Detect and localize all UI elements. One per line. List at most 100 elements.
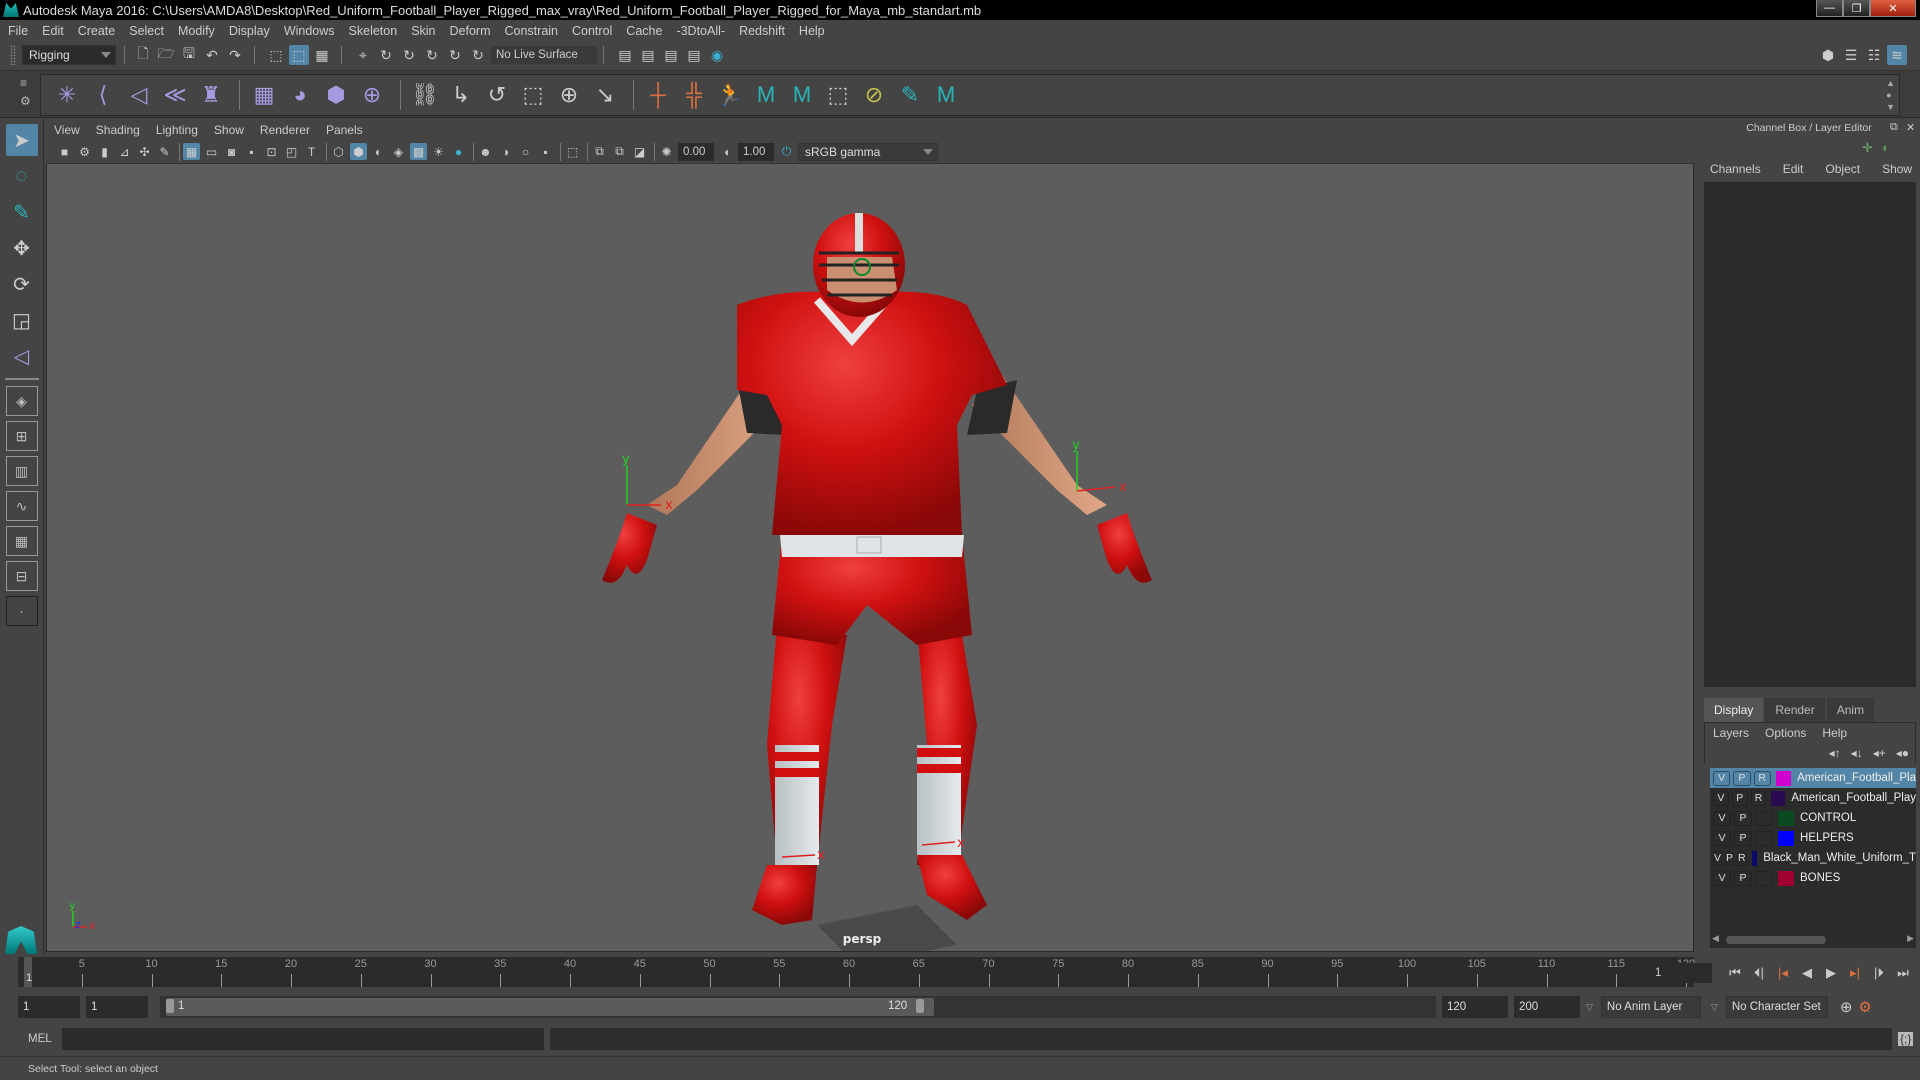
layer-color-swatch[interactable] <box>1751 850 1758 866</box>
go-to-end-icon[interactable]: ⏭ <box>1892 962 1914 984</box>
snap-curve-icon[interactable]: ↻ <box>376 45 396 65</box>
shelf-scroll-down-icon[interactable]: ▼ <box>1886 101 1895 113</box>
layout-single-icon[interactable]: ◈ <box>5 386 38 416</box>
xray-joints-icon[interactable]: ⧉ <box>591 143 608 160</box>
menuset-dropdown[interactable]: Rigging <box>22 45 116 65</box>
cb-menu-show[interactable]: Show <box>1882 162 1912 180</box>
step-back-icon[interactable]: ⏴| <box>1748 962 1770 984</box>
reference-toggle[interactable]: R <box>1753 770 1771 786</box>
playback-toggle[interactable]: P <box>1734 810 1752 826</box>
step-back-key-icon[interactable]: |◂ <box>1772 962 1794 984</box>
hypershade-icon[interactable]: ◉ <box>707 45 727 65</box>
2d-pan-zoom-icon[interactable]: ✣ <box>136 143 153 160</box>
layout-outliner-icon[interactable]: ▥ <box>5 456 38 486</box>
shadows-icon[interactable]: ● <box>450 143 467 160</box>
snap-view-icon[interactable]: ↻ <box>422 45 442 65</box>
tab-display[interactable]: Display <box>1704 698 1764 722</box>
last-tool-icon[interactable]: ◁ <box>6 340 38 372</box>
lattice-icon[interactable]: ⬢ <box>320 79 352 111</box>
play-forwards-icon[interactable]: ▶ <box>1820 962 1842 984</box>
panel-menu-lighting[interactable]: Lighting <box>156 123 198 137</box>
tab-render[interactable]: Render <box>1765 698 1825 722</box>
menu-cache[interactable]: Cache <box>626 24 662 38</box>
select-component-icon[interactable]: ▦ <box>312 45 332 65</box>
paint-select-icon[interactable]: ✎ <box>894 79 926 111</box>
layout-persp-graph-icon[interactable]: ⊟ <box>5 561 38 591</box>
layer-color-swatch[interactable] <box>1771 790 1786 806</box>
render-view-icon[interactable]: ▤ <box>638 45 658 65</box>
layers-off-icon[interactable]: ⊘ <box>858 79 890 111</box>
attribute-editor-icon[interactable]: ☰ <box>1841 45 1861 65</box>
reference-toggle[interactable] <box>1755 810 1773 826</box>
cb-menu-channels[interactable]: Channels <box>1710 162 1761 180</box>
chevron-down-icon[interactable]: ▽ <box>1711 1002 1718 1013</box>
current-frame-field[interactable]: 1 <box>1650 963 1712 983</box>
3d-scene-canvas[interactable]: y x y x x x y x z persp <box>47 165 1693 966</box>
scale-constraint-icon[interactable]: ⬚ <box>517 79 549 111</box>
play-backwards-icon[interactable]: ◀ <box>1796 962 1818 984</box>
humanik-icon[interactable]: ♜ <box>195 79 227 111</box>
visibility-toggle[interactable]: V <box>1713 830 1731 846</box>
maya-logo-icon-2[interactable]: M <box>786 79 818 111</box>
undo-icon[interactable]: ↶ <box>202 45 222 65</box>
layer-color-swatch[interactable] <box>1778 830 1794 846</box>
textured-icon[interactable]: ▩ <box>410 143 427 160</box>
snap-point-icon[interactable]: ↻ <box>399 45 419 65</box>
empty-slot-icon[interactable]: ⬚ <box>822 79 854 111</box>
layout-more-icon[interactable]: · <box>5 596 38 626</box>
parent-constraint-icon[interactable]: ⛓ <box>409 79 441 111</box>
insert-joint-icon[interactable]: ≪ <box>159 79 191 111</box>
panel-menu-renderer[interactable]: Renderer <box>260 123 310 137</box>
menu-help[interactable]: Help <box>799 24 825 38</box>
scroll-right-icon[interactable]: ▶ <box>1907 933 1914 944</box>
auto-key-icon[interactable]: ⊕ <box>1840 998 1853 1016</box>
ik-handle-icon[interactable]: ⟨ <box>87 79 119 111</box>
wireframe-icon[interactable]: ⬡ <box>330 143 347 160</box>
new-layer-from-selected-icon[interactable]: ◂● <box>1896 746 1909 760</box>
playback-start-field[interactable]: 1 <box>86 996 148 1018</box>
menu-file[interactable]: File <box>8 24 28 38</box>
football-player-model[interactable]: y x y x x x y x z persp <box>47 165 1693 966</box>
new-layer-icon[interactable]: ◂+ <box>1873 746 1886 760</box>
snap-surface-icon[interactable]: ↻ <box>445 45 465 65</box>
exposure-icon[interactable]: ✺ <box>658 143 675 160</box>
menu-modify[interactable]: Modify <box>178 24 215 38</box>
field-chart-icon[interactable]: ⊡ <box>263 143 280 160</box>
orient-constraint-icon[interactable]: ↺ <box>481 79 513 111</box>
anti-aliasing-icon[interactable]: ○ <box>517 143 534 160</box>
menu-edit[interactable]: Edit <box>42 24 64 38</box>
camera-attributes-icon[interactable]: ⚙ <box>76 143 93 160</box>
le-menu-options[interactable]: Options <box>1765 726 1806 740</box>
gamma-icon[interactable]: ◖ <box>718 143 735 160</box>
tab-anim[interactable]: Anim <box>1826 698 1875 722</box>
range-end-handle[interactable] <box>916 999 924 1013</box>
chevron-down-icon[interactable]: ▽ <box>1586 1002 1593 1013</box>
reference-toggle[interactable] <box>1755 830 1773 846</box>
smooth-shade-icon[interactable]: ⬢ <box>350 143 367 160</box>
layer-row[interactable]: V P BONES <box>1710 868 1916 888</box>
reference-toggle[interactable] <box>1755 870 1773 886</box>
aim-constraint-icon[interactable]: ⊕ <box>553 79 585 111</box>
new-scene-icon[interactable]: 🗋 <box>133 45 153 65</box>
render-settings-icon[interactable]: ▤ <box>684 45 704 65</box>
menu-3dtoall[interactable]: -3DtoAll- <box>676 24 725 38</box>
visibility-toggle[interactable]: V <box>1713 810 1731 826</box>
playback-toggle[interactable]: P <box>1725 850 1735 866</box>
tool-settings-icon[interactable]: ☷ <box>1864 45 1884 65</box>
layout-graph-icon[interactable]: ∿ <box>5 491 38 521</box>
layer-color-swatch[interactable] <box>1778 870 1794 886</box>
close-panel-icon[interactable]: ✕ <box>1906 121 1915 134</box>
shelf-scroll-mid-icon[interactable]: ● <box>1886 89 1895 101</box>
close-button[interactable]: ✕ <box>1870 0 1916 17</box>
layer-row[interactable]: V P R American_Football_Play <box>1710 788 1916 808</box>
menu-deform[interactable]: Deform <box>450 24 491 38</box>
range-slider[interactable]: 1 120 <box>160 996 1436 1018</box>
ik-spline-icon[interactable]: ◁ <box>123 79 155 111</box>
maximize-button[interactable]: ❐ <box>1843 0 1870 17</box>
script-editor-icon[interactable]: {;} <box>1898 1032 1914 1046</box>
isolate-select-icon[interactable]: ⬚ <box>564 143 581 160</box>
range-slider-bar[interactable] <box>166 998 934 1016</box>
backface-culling-icon[interactable]: ◪ <box>631 143 648 160</box>
lasso-tool-icon[interactable]: ◌ <box>6 160 38 192</box>
manipulator-axis-icon[interactable]: ✛ <box>1862 140 1873 156</box>
